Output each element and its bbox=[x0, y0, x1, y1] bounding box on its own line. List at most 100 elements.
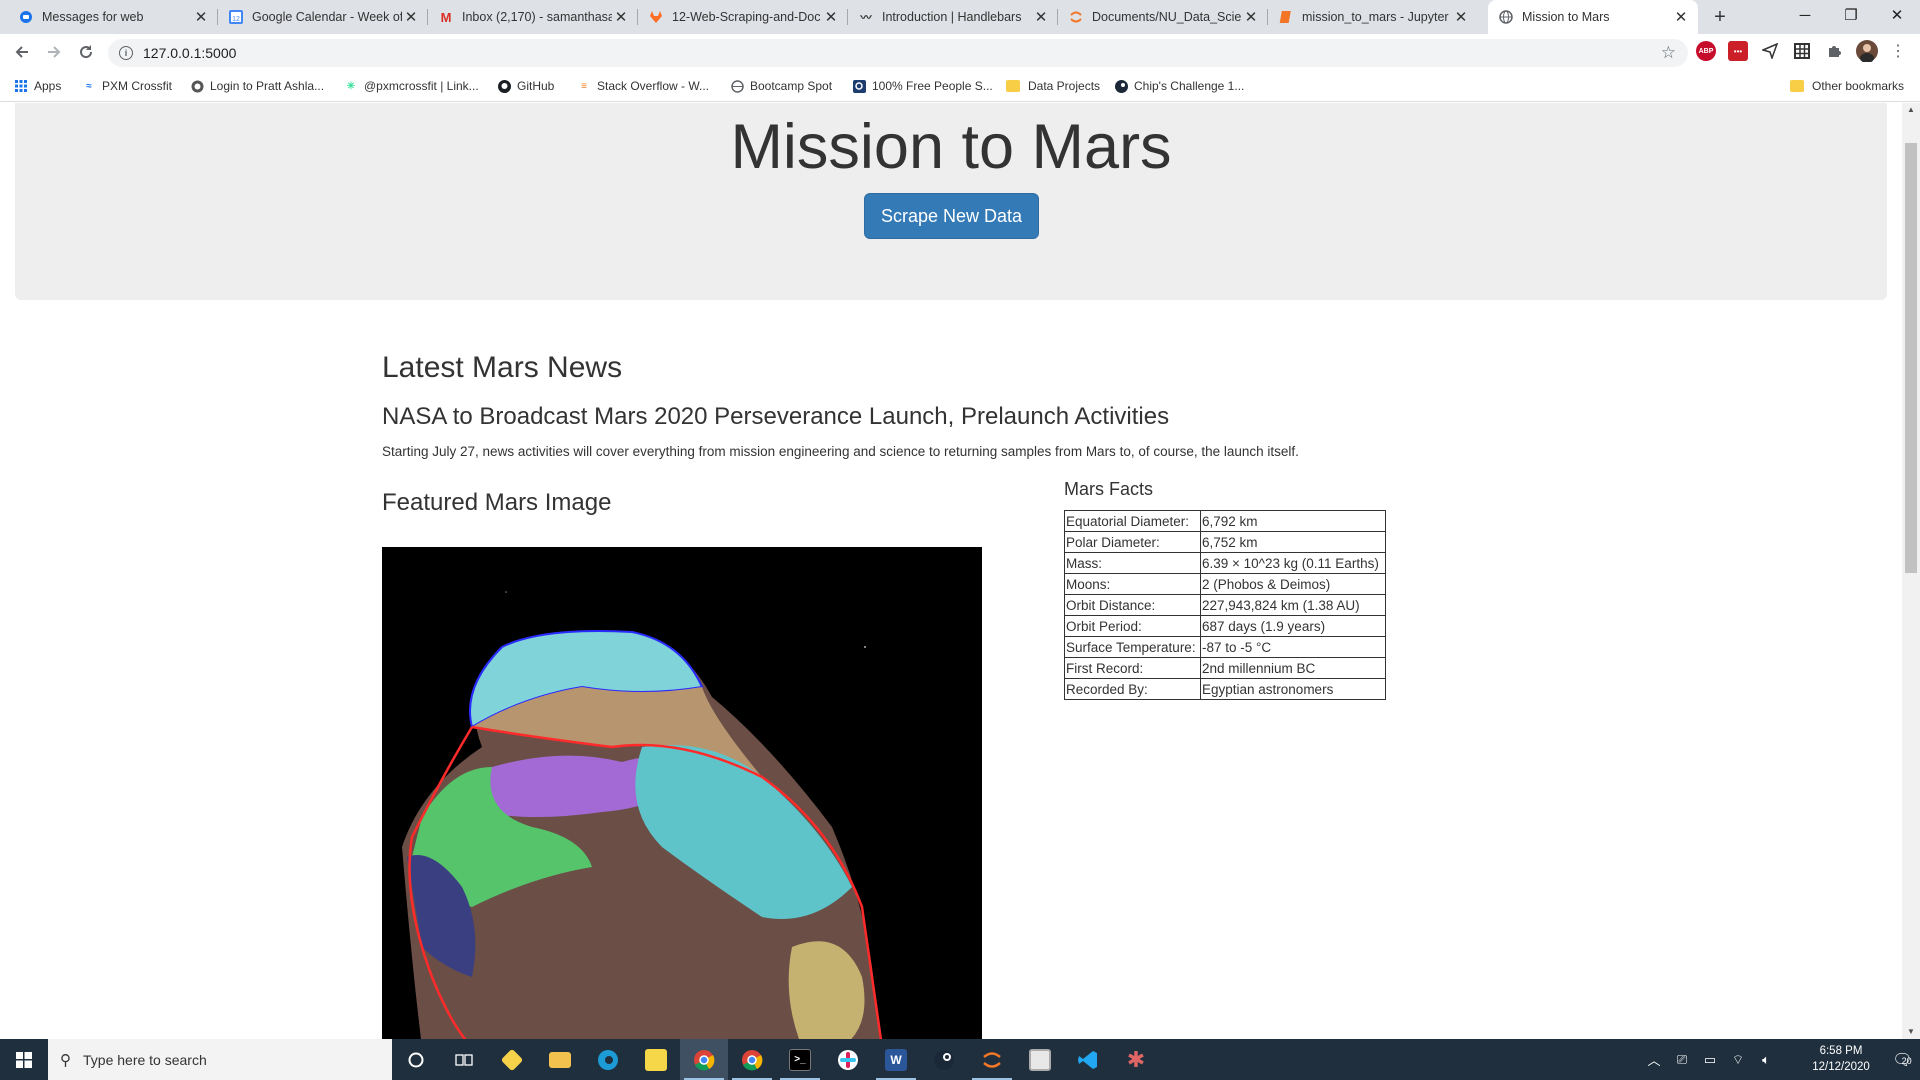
sticky-notes-icon[interactable] bbox=[632, 1039, 680, 1080]
bookmark-chips-challenge[interactable]: Chip's Challenge 1... bbox=[1114, 77, 1244, 95]
new-tab-button[interactable]: + bbox=[1706, 0, 1734, 34]
meet-now-icon[interactable]: ⎚ bbox=[1668, 1039, 1696, 1080]
close-tab-icon[interactable]: ✕ bbox=[612, 8, 630, 26]
taskbar-search[interactable]: ⚲ Type here to search bbox=[48, 1039, 392, 1080]
close-tab-icon[interactable]: ✕ bbox=[1672, 8, 1690, 26]
terminal-icon[interactable]: >_ bbox=[776, 1039, 824, 1080]
news-heading: Latest Mars News bbox=[382, 351, 623, 384]
folder-icon bbox=[1790, 80, 1804, 92]
task-view-icon[interactable] bbox=[440, 1039, 488, 1080]
git-kraken-icon[interactable] bbox=[488, 1039, 536, 1080]
scroll-down-icon[interactable]: ▼ bbox=[1902, 1025, 1920, 1039]
forward-button[interactable] bbox=[40, 38, 68, 66]
tab-messages[interactable]: Messages for web ✕ bbox=[8, 0, 218, 34]
file-explorer-icon[interactable] bbox=[536, 1039, 584, 1080]
handlebars-icon: 〰 bbox=[860, 12, 872, 24]
slack-icon[interactable] bbox=[824, 1039, 872, 1080]
bookmark-other[interactable]: Other bookmarks bbox=[1790, 77, 1904, 95]
minimize-button[interactable]: ─ bbox=[1782, 0, 1828, 30]
tab-gitlab[interactable]: 12-Web-Scraping-and-Doc ✕ bbox=[638, 0, 848, 34]
arrow-left-icon bbox=[15, 46, 28, 58]
send-icon[interactable] bbox=[1760, 41, 1780, 61]
windows-taskbar: ⚲ Type here to search >_ W ✱ ︿ ⎚ ▭ ⌔ 🔈︎ … bbox=[0, 1039, 1920, 1080]
clock-date: 12/12/2020 bbox=[1812, 1061, 1870, 1073]
table-row: Orbit Distance: 227,943,824 km (1.38 AU) bbox=[1064, 594, 1386, 616]
notification-count: 20 bbox=[1901, 1056, 1912, 1066]
battery-icon[interactable]: ▭ bbox=[1696, 1039, 1724, 1080]
close-tab-icon[interactable]: ✕ bbox=[402, 8, 420, 26]
close-window-button[interactable]: ✕ bbox=[1874, 0, 1920, 30]
notifications-button[interactable]: 🗨︎ 20 bbox=[1884, 1039, 1920, 1080]
table-row: Orbit Period: 687 days (1.9 years) bbox=[1064, 615, 1386, 637]
avatar[interactable] bbox=[1856, 40, 1878, 62]
bookmark-stack-overflow[interactable]: ≡ Stack Overflow - W... bbox=[577, 77, 709, 95]
steam-icon[interactable] bbox=[920, 1039, 968, 1080]
page-scrollbar[interactable]: ▲ ▼ bbox=[1902, 103, 1920, 1039]
tab-title: Google Calendar - Week of bbox=[252, 10, 402, 24]
back-button[interactable] bbox=[8, 38, 36, 66]
menu-kebab-icon[interactable]: ⋮ bbox=[1888, 41, 1908, 61]
calendar-icon: 12 bbox=[228, 9, 244, 25]
chrome-icon[interactable] bbox=[680, 1039, 728, 1080]
bookmark-pxm-crossfit[interactable]: ≈ PXM Crossfit bbox=[82, 77, 172, 95]
info-icon[interactable]: i bbox=[119, 46, 133, 60]
bookmark-apps[interactable]: Apps bbox=[14, 77, 61, 95]
cortana-icon[interactable] bbox=[392, 1039, 440, 1080]
bookmark-github[interactable]: GitHub bbox=[497, 77, 554, 95]
close-tab-icon[interactable]: ✕ bbox=[1032, 8, 1050, 26]
table-row: Surface Temperature: -87 to -5 °C bbox=[1064, 636, 1386, 658]
taskbar-clock[interactable]: 6:58 PM 12/12/2020 bbox=[1798, 1043, 1884, 1075]
spreadsheet-icon[interactable] bbox=[1016, 1039, 1064, 1080]
table-row: First Record: 2nd millennium BC bbox=[1064, 657, 1386, 679]
table-row: Polar Diameter: 6,752 km bbox=[1064, 531, 1386, 553]
table-row: Moons: 2 (Phobos & Deimos) bbox=[1064, 573, 1386, 595]
notebook-icon bbox=[1278, 9, 1294, 25]
reload-button[interactable] bbox=[72, 38, 100, 66]
bookmark-bootcamp-spot[interactable]: Bootcamp Spot bbox=[730, 77, 832, 95]
scrollbar-thumb[interactable] bbox=[1905, 143, 1917, 573]
chrome-profile-icon[interactable] bbox=[728, 1039, 776, 1080]
tab-title: Documents/NU_Data_Scien bbox=[1092, 10, 1242, 24]
address-bar[interactable]: i 127.0.0.1:5000 ☆ bbox=[108, 39, 1688, 67]
scroll-up-icon[interactable]: ▲ bbox=[1902, 103, 1920, 117]
tab-jupyter-documents[interactable]: Documents/NU_Data_Scien ✕ bbox=[1058, 0, 1268, 34]
tab-calendar[interactable]: 12 Google Calendar - Week of ✕ bbox=[218, 0, 428, 34]
tab-gmail[interactable]: M Inbox (2,170) - samanthasa ✕ bbox=[428, 0, 638, 34]
puzzle-extensions-icon[interactable] bbox=[1824, 41, 1844, 61]
tab-strip: Messages for web ✕ 12 Google Calendar - … bbox=[0, 0, 1920, 34]
close-tab-icon[interactable]: ✕ bbox=[822, 8, 840, 26]
close-tab-icon[interactable]: ✕ bbox=[192, 8, 210, 26]
wifi-icon[interactable]: ⌔ bbox=[1724, 1039, 1752, 1080]
clock-time: 6:58 PM bbox=[1819, 1045, 1863, 1057]
close-tab-icon[interactable]: ✕ bbox=[1242, 8, 1260, 26]
bookmark-star-icon[interactable]: ☆ bbox=[1661, 43, 1676, 63]
stackoverflow-icon: ≡ bbox=[581, 80, 587, 92]
bookmark-free-people-search[interactable]: 100% Free People S... bbox=[852, 77, 993, 95]
volume-icon[interactable]: 🔈︎ bbox=[1752, 1039, 1780, 1080]
lastpass-icon[interactable]: ••• bbox=[1728, 41, 1748, 61]
tab-mission-to-mars[interactable]: Mission to Mars ✕ bbox=[1488, 0, 1698, 34]
vscode-icon[interactable] bbox=[1064, 1039, 1112, 1080]
jupyter-icon[interactable] bbox=[968, 1039, 1016, 1080]
mars-facts-heading: Mars Facts bbox=[1064, 479, 1154, 499]
grid-extension-icon[interactable] bbox=[1792, 41, 1812, 61]
tab-handlebars[interactable]: 〰 Introduction | Handlebars ✕ bbox=[848, 0, 1058, 34]
bookmark-pratt[interactable]: Login to Pratt Ashla... bbox=[190, 77, 324, 95]
close-tab-icon[interactable]: ✕ bbox=[1452, 8, 1470, 26]
restore-button[interactable]: ❐ bbox=[1828, 0, 1874, 30]
start-button[interactable] bbox=[0, 1039, 48, 1080]
browser-toolbar: i 127.0.0.1:5000 ☆ bbox=[0, 34, 1920, 70]
word-icon[interactable]: W bbox=[872, 1039, 920, 1080]
bookmark-data-projects[interactable]: Data Projects bbox=[1006, 77, 1100, 95]
scrape-new-data-button[interactable]: Scrape New Data bbox=[864, 193, 1039, 239]
settings-gear-icon[interactable]: ✱ bbox=[1112, 1039, 1160, 1080]
chevron-up-icon[interactable]: ︿ bbox=[1640, 1039, 1668, 1080]
jumbotron: Mission to Mars Scrape New Data bbox=[15, 103, 1887, 300]
adblock-icon[interactable]: ABP bbox=[1696, 41, 1716, 61]
tab-jupyter-notebook[interactable]: mission_to_mars - Jupyter N ✕ bbox=[1268, 0, 1478, 34]
table-row: Recorded By: Egyptian astronomers bbox=[1064, 678, 1386, 700]
bookmark-linktree[interactable]: ✳ @pxmcrossfit | Link... bbox=[344, 77, 479, 95]
search-icon: ⚲ bbox=[60, 1051, 71, 1069]
url-text[interactable]: 127.0.0.1:5000 bbox=[143, 45, 236, 61]
edge-icon[interactable] bbox=[584, 1039, 632, 1080]
